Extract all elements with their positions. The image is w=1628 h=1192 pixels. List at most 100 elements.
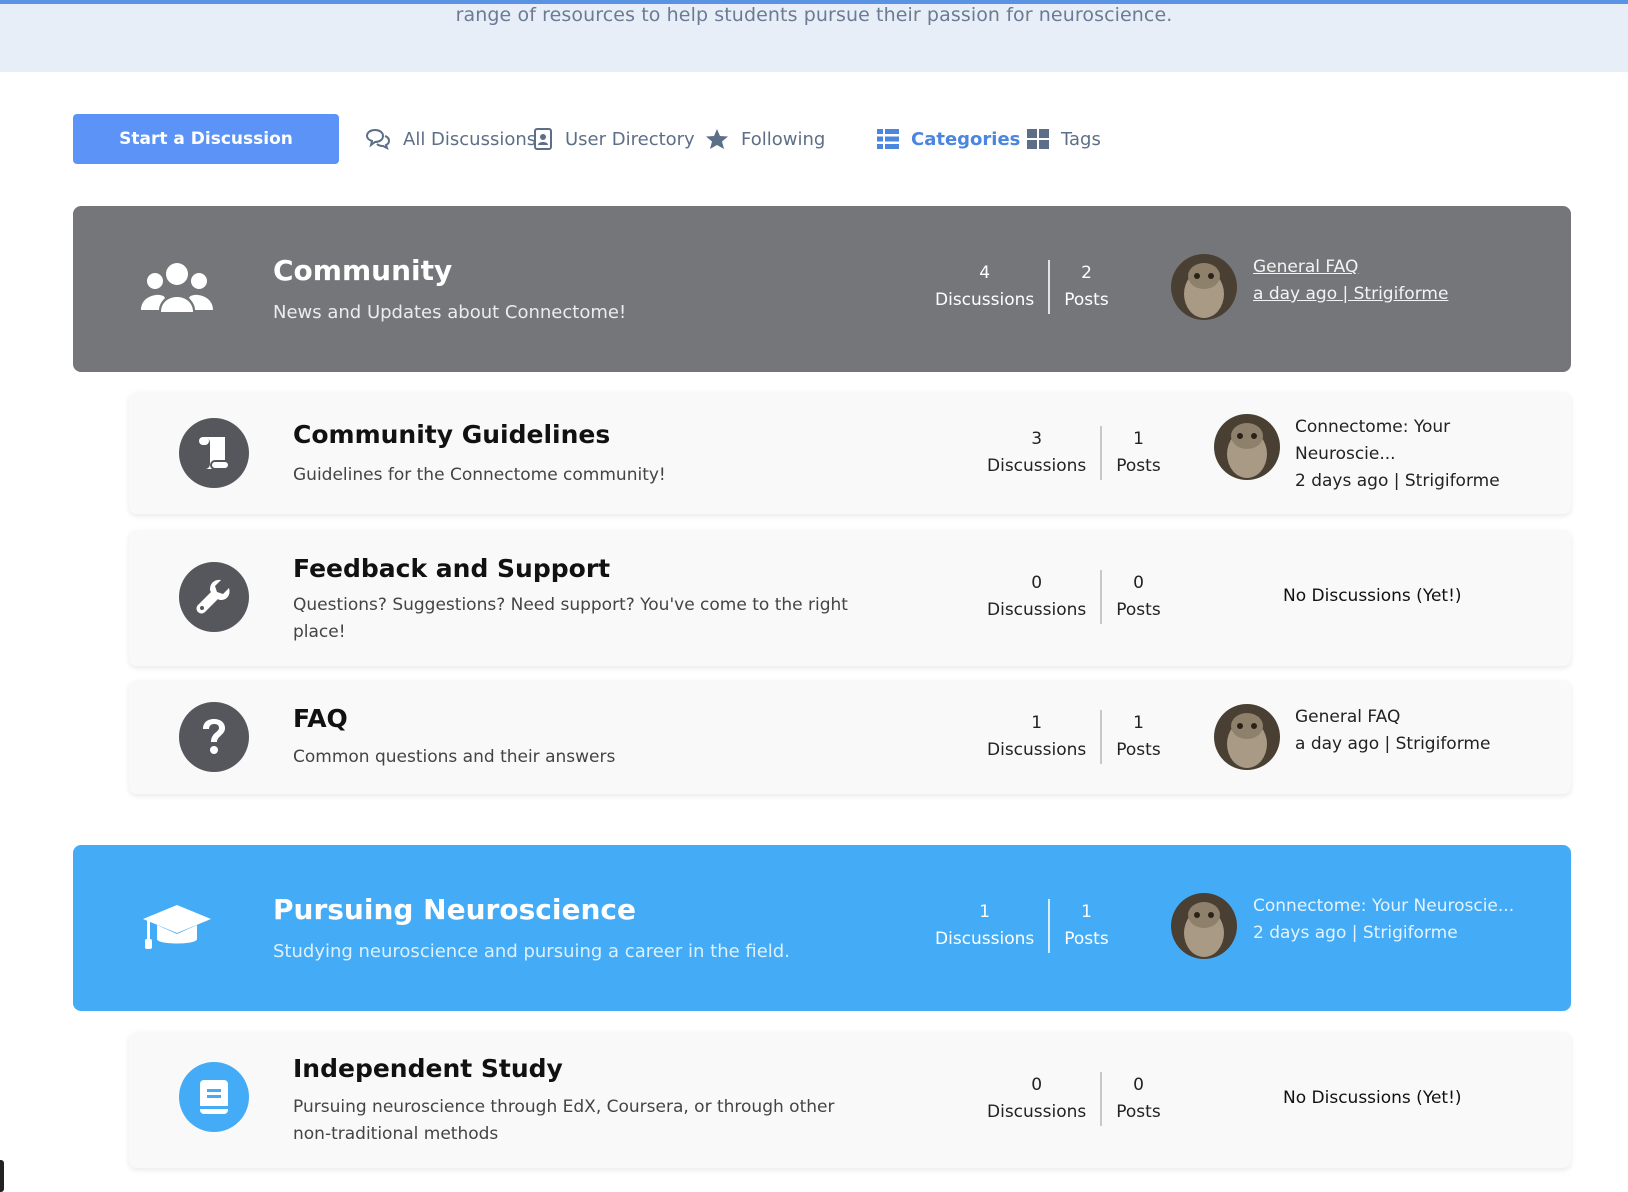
last-discussion-meta[interactable]: a day ago | Strigiforme (1253, 281, 1448, 308)
discussions-stat: 3 Discussions (987, 426, 1086, 480)
nav-following[interactable]: Following (705, 114, 825, 164)
last-discussion-title-cont[interactable]: Neuroscie... (1295, 441, 1500, 468)
posts-stat: 1 Posts (1116, 426, 1160, 480)
posts-stat: 0 Posts (1116, 570, 1160, 624)
discussions-label: Discussions (935, 929, 1035, 949)
discussions-count: 3 (1031, 429, 1043, 449)
category-title[interactable]: Independent Study (293, 1054, 563, 1083)
no-discussions-label: No Discussions (Yet!) (1283, 586, 1462, 606)
nav-label: Tags (1061, 128, 1101, 150)
posts-count: 1 (1133, 713, 1144, 733)
stat-divider (1100, 1072, 1103, 1126)
nav-label: Following (741, 128, 826, 150)
nav-label: Categories (911, 128, 1021, 150)
discussions-count: 1 (979, 902, 991, 922)
nav-user-directory[interactable]: User Directory (533, 114, 695, 164)
posts-stat: 1 Posts (1064, 899, 1108, 953)
stat-divider (1100, 570, 1103, 624)
discussions-stat: 4 Discussions (935, 260, 1034, 314)
category-independent-study[interactable]: Independent Study Pursuing neuroscience … (129, 1032, 1571, 1168)
discussions-label: Discussions (987, 1102, 1087, 1122)
nav-label: All Discussions (403, 128, 537, 150)
stat-divider (1048, 899, 1051, 953)
chat-bubbles-icon (365, 128, 391, 150)
nav-tags[interactable]: Tags (1027, 114, 1101, 164)
nav-label: User Directory (565, 128, 695, 150)
last-discussion[interactable]: Connectome: Your Neuroscie... 2 days ago… (1253, 893, 1514, 947)
posts-label: Posts (1116, 1102, 1161, 1122)
discussions-stat: 1 Discussions (935, 899, 1034, 953)
posts-stat: 0 Posts (1116, 1072, 1160, 1126)
discussions-stat: 0 Discussions (987, 570, 1086, 624)
posts-count: 2 (1081, 263, 1092, 283)
user-directory-icon (534, 128, 552, 150)
last-discussion[interactable]: Connectome: Your Neuroscie... 2 days ago… (1295, 414, 1500, 495)
category-description: Common questions and their answers (293, 747, 616, 767)
nav-categories[interactable]: Categories (877, 114, 1020, 164)
category-description: News and Updates about Connectome! (273, 302, 627, 323)
graduation-cap-icon (139, 897, 215, 957)
users-icon (139, 258, 215, 318)
discussions-label: Discussions (935, 290, 1035, 310)
category-stats: 0 Discussions 0 Posts (987, 1072, 1161, 1126)
last-discussion-meta[interactable]: 2 days ago | Strigiforme (1253, 920, 1514, 947)
last-discussion-title[interactable]: General FAQ (1253, 254, 1448, 281)
stat-divider (1100, 710, 1103, 764)
start-discussion-button[interactable]: Start a Discussion (73, 114, 339, 164)
category-pursuing-neuroscience[interactable]: Pursuing Neuroscience Studying neuroscie… (73, 845, 1571, 1011)
category-description: Questions? Suggestions? Need support? Yo… (293, 595, 848, 642)
category-community[interactable]: Community News and Updates about Connect… (73, 206, 1571, 372)
book-icon (179, 1062, 249, 1132)
posts-label: Posts (1116, 600, 1161, 620)
stat-divider (1100, 426, 1103, 480)
last-discussion-title[interactable]: General FAQ (1295, 704, 1490, 731)
nav-all-discussions[interactable]: All Discussions (365, 114, 536, 164)
category-faq[interactable]: FAQ Common questions and their answers 1… (129, 680, 1571, 794)
scroll-icon (179, 418, 249, 488)
last-discussion[interactable]: General FAQ a day ago | Strigiforme (1295, 704, 1490, 758)
avatar[interactable] (1171, 893, 1237, 959)
category-title[interactable]: Community (273, 254, 452, 287)
category-description: Guidelines for the Connectome community! (293, 465, 666, 485)
hero-banner: range of resources to help students purs… (0, 0, 1628, 72)
posts-count: 1 (1133, 429, 1144, 449)
category-title[interactable]: Community Guidelines (293, 420, 610, 449)
category-description: Studying neuroscience and pursuing a car… (273, 941, 790, 962)
no-discussions-label: No Discussions (Yet!) (1283, 1088, 1462, 1108)
question-icon (179, 702, 249, 772)
category-stats: 3 Discussions 1 Posts (987, 426, 1161, 480)
category-description: Pursuing neuroscience through EdX, Cours… (293, 1097, 835, 1144)
avatar[interactable] (1171, 254, 1237, 320)
discussions-count: 1 (1031, 713, 1043, 733)
category-stats: 0 Discussions 0 Posts (987, 570, 1161, 624)
last-discussion[interactable]: General FAQ a day ago | Strigiforme (1253, 254, 1448, 308)
last-discussion-title[interactable]: Connectome: Your Neuroscie... (1253, 893, 1514, 920)
category-feedback-support[interactable]: Feedback and Support Questions? Suggesti… (129, 530, 1571, 666)
category-title[interactable]: FAQ (293, 704, 348, 733)
discussions-stat: 0 Discussions (987, 1072, 1086, 1126)
avatar[interactable] (1214, 414, 1280, 480)
discussions-label: Discussions (987, 740, 1087, 760)
discussions-stat: 1 Discussions (987, 710, 1086, 764)
hero-description: range of resources to help students purs… (455, 4, 1173, 26)
posts-stat: 2 Posts (1064, 260, 1108, 314)
category-stats: 4 Discussions 2 Posts (935, 260, 1109, 314)
category-community-guidelines[interactable]: Community Guidelines Guidelines for the … (129, 392, 1571, 514)
posts-label: Posts (1064, 290, 1109, 310)
discussions-label: Discussions (987, 600, 1087, 620)
category-title[interactable]: Pursuing Neuroscience (273, 893, 636, 926)
avatar[interactable] (1214, 704, 1280, 770)
last-discussion-meta[interactable]: a day ago | Strigiforme (1295, 731, 1490, 758)
last-discussion-meta[interactable]: 2 days ago | Strigiforme (1295, 468, 1500, 495)
posts-label: Posts (1116, 456, 1161, 476)
wrench-icon (179, 562, 249, 632)
posts-count: 1 (1081, 902, 1092, 922)
last-discussion-title[interactable]: Connectome: Your (1295, 414, 1500, 441)
stat-divider (1048, 260, 1051, 314)
category-title[interactable]: Feedback and Support (293, 554, 610, 583)
posts-label: Posts (1116, 740, 1161, 760)
star-icon (706, 129, 728, 149)
discussions-count: 4 (979, 263, 991, 283)
posts-count: 0 (1133, 573, 1144, 593)
grid-icon (1027, 129, 1049, 149)
